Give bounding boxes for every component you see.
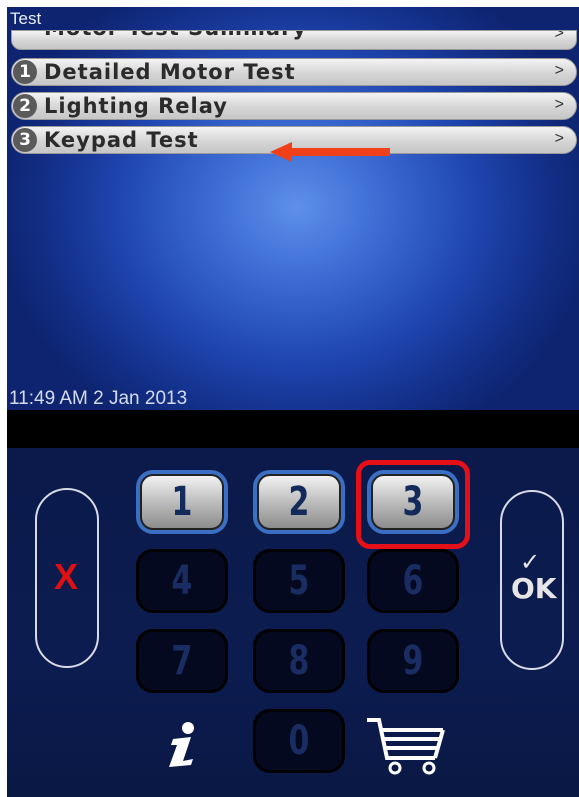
screen-bezel — [7, 410, 579, 448]
highlight-box — [356, 460, 470, 549]
menu-item-label: Lighting Relay — [44, 94, 228, 118]
key-2-button[interactable]: 2 — [253, 470, 345, 534]
screen-title: Test — [10, 9, 42, 28]
key-digit: 6 — [402, 558, 424, 604]
chevron-right-icon: > — [554, 96, 564, 113]
menu-item-label: Keypad Test — [44, 128, 199, 152]
key-digit: 5 — [288, 558, 310, 604]
key-7-button[interactable]: 7 — [136, 629, 228, 693]
key-6-button[interactable]: 6 — [367, 549, 459, 613]
number-badge: 3 — [13, 128, 37, 152]
key-digit: 1 — [171, 479, 193, 525]
cancel-button[interactable]: X — [35, 488, 99, 668]
key-8-button[interactable]: 8 — [253, 629, 345, 693]
menu-item-label: Motor Test Summary — [44, 31, 307, 40]
key-digit: 2 — [288, 479, 310, 525]
menu-item-label: Detailed Motor Test — [44, 60, 296, 84]
chevron-right-icon: > — [554, 30, 564, 42]
key-digit: 7 — [171, 638, 193, 684]
number-badge: 2 — [13, 94, 37, 118]
key-0-button[interactable]: 0 — [253, 709, 345, 773]
key-digit: 8 — [288, 638, 310, 684]
number-badge: 1 — [13, 60, 37, 84]
menu-item-detailed-motor-test[interactable]: 1 Detailed Motor Test > — [11, 58, 577, 86]
key-1-button[interactable]: 1 — [136, 470, 228, 534]
ok-label: OK — [511, 572, 557, 605]
datetime-status: 11:49 AM 2 Jan 2013 — [9, 388, 188, 409]
chevron-right-icon: > — [554, 62, 564, 79]
ok-button[interactable]: ✓ OK — [500, 490, 564, 670]
menu-item-motor-test-summary[interactable]: Motor Test Summary > — [11, 30, 577, 50]
chevron-right-icon: > — [554, 130, 564, 147]
cart-icon[interactable] — [365, 714, 445, 776]
info-icon[interactable] — [163, 721, 203, 769]
device-screen: Test Motor Test Summary > 1 Detailed Mot… — [7, 7, 579, 410]
key-4-button[interactable]: 4 — [136, 549, 228, 613]
key-digit: 4 — [171, 558, 193, 604]
close-icon: X — [54, 556, 79, 597]
annotation-arrow-icon — [270, 142, 390, 162]
key-digit: 0 — [288, 718, 310, 764]
key-9-button[interactable]: 9 — [367, 629, 459, 693]
key-digit: 9 — [402, 638, 424, 684]
menu-item-lighting-relay[interactable]: 2 Lighting Relay > — [11, 92, 577, 120]
key-5-button[interactable]: 5 — [253, 549, 345, 613]
